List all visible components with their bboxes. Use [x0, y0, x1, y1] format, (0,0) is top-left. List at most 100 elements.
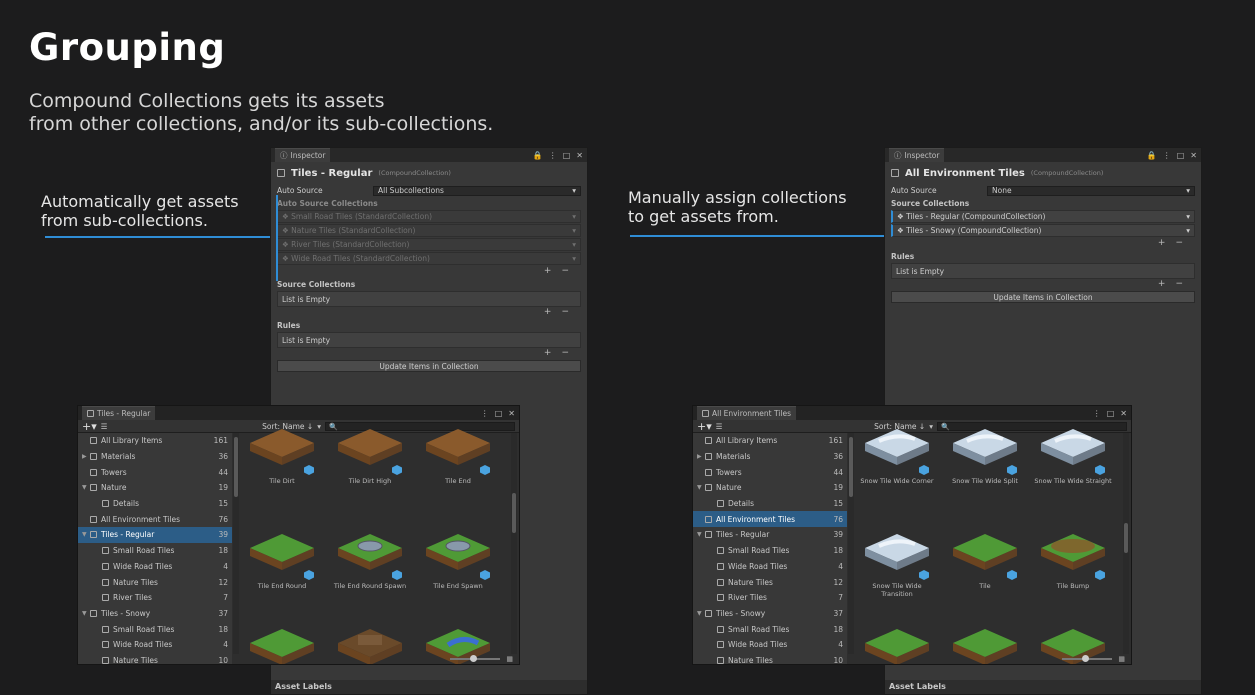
- asset-tile[interactable]: Tile End Spawn: [418, 528, 498, 590]
- remove-icon[interactable]: −: [1175, 279, 1183, 291]
- asset-tile[interactable]: Tile Dirt: [242, 423, 322, 485]
- remove-icon[interactable]: −: [561, 266, 569, 278]
- expand-arrow-icon[interactable]: ▼: [82, 610, 90, 617]
- tree-item[interactable]: All Environment Tiles 76: [78, 511, 232, 527]
- tree-item[interactable]: ▼ Nature 19: [693, 480, 847, 496]
- collection-list-item[interactable]: ❖ Nature Tiles (StandardCollection) ▾: [277, 224, 581, 237]
- remove-icon[interactable]: −: [561, 348, 569, 360]
- add-icon[interactable]: +: [544, 307, 552, 319]
- expand-arrow-icon[interactable]: ▼: [82, 531, 90, 538]
- expand-arrow-icon[interactable]: ▶: [82, 453, 90, 460]
- expand-arrow-icon[interactable]: ▼: [697, 531, 705, 538]
- asset-tile[interactable]: Tile Dirt High: [330, 423, 410, 485]
- list-view-icon[interactable]: ☰: [101, 422, 108, 431]
- asset-tile[interactable]: Snow Tile Wide Corner: [857, 423, 937, 485]
- asset-tile[interactable]: Tile: [945, 528, 1025, 590]
- tree-scrollbar[interactable]: [233, 433, 239, 654]
- asset-tile[interactable]: Tile Bump: [1033, 528, 1113, 590]
- tree-item[interactable]: All Library Items 161: [78, 433, 232, 449]
- tree-item[interactable]: Nature Tiles 10: [78, 653, 232, 664]
- tree-item[interactable]: Nature Tiles 12: [693, 574, 847, 590]
- tree-scrollbar[interactable]: [848, 433, 854, 654]
- add-icon[interactable]: +▾: [697, 420, 712, 433]
- tree-item[interactable]: All Library Items 161: [693, 433, 847, 449]
- tree-item[interactable]: Small Road Tiles 18: [78, 543, 232, 559]
- grid-view-icon[interactable]: ▦: [1118, 655, 1125, 663]
- expand-arrow-icon[interactable]: ▼: [82, 484, 90, 491]
- tree-item[interactable]: Small Road Tiles 18: [693, 621, 847, 637]
- collection-list-item[interactable]: ❖ Tiles - Snowy (CompoundCollection) ▾: [891, 224, 1195, 237]
- tree-item[interactable]: Nature Tiles 10: [693, 653, 847, 664]
- add-icon[interactable]: +: [1158, 279, 1166, 291]
- list-view-icon[interactable]: ☰: [716, 422, 723, 431]
- tree-item[interactable]: Towers 44: [78, 464, 232, 480]
- asset-tile[interactable]: Tile End Round: [242, 528, 322, 590]
- auto-source-dropdown[interactable]: None ▾: [987, 185, 1195, 196]
- tree-item[interactable]: Small Road Tiles 18: [78, 621, 232, 637]
- tree-item[interactable]: Details 15: [78, 496, 232, 512]
- asset-tile[interactable]: Tile End: [418, 423, 498, 485]
- tree-item[interactable]: All Environment Tiles 76: [693, 511, 847, 528]
- tree-item[interactable]: ▼ Tiles - Snowy 37: [78, 606, 232, 622]
- browser-tab[interactable]: Tiles - Regular: [82, 406, 156, 420]
- collection-list-item[interactable]: ❖ Small Road Tiles (StandardCollection) ▾: [277, 210, 581, 223]
- collection-list-item[interactable]: ❖ River Tiles (StandardCollection) ▾: [277, 238, 581, 251]
- tree-item[interactable]: ▶ Materials 36: [78, 449, 232, 465]
- add-icon[interactable]: +: [1158, 238, 1166, 250]
- kebab-menu-icon[interactable]: ⋮: [549, 151, 557, 160]
- expand-arrow-icon[interactable]: ▶: [697, 453, 705, 460]
- close-icon[interactable]: ✕: [1190, 151, 1197, 160]
- expand-arrow-icon[interactable]: ▼: [697, 484, 705, 491]
- kebab-menu-icon[interactable]: ⋮: [1093, 409, 1101, 418]
- close-icon[interactable]: ✕: [1120, 409, 1127, 418]
- maximize-icon[interactable]: □: [563, 151, 571, 160]
- tree-item[interactable]: ▼ Tiles - Snowy 37: [693, 606, 847, 622]
- add-icon[interactable]: +: [544, 348, 552, 360]
- lock-icon[interactable]: 🔒: [1147, 151, 1157, 160]
- inspector-tab[interactable]: ⓘ Inspector: [275, 148, 331, 162]
- close-icon[interactable]: ✕: [576, 151, 583, 160]
- asset-tile[interactable]: Tile End Round Spawn: [330, 528, 410, 590]
- add-icon[interactable]: +▾: [82, 420, 97, 433]
- tree-item[interactable]: Wide Road Tiles 4: [78, 559, 232, 575]
- tree-item[interactable]: ▶ Materials 36: [693, 449, 847, 465]
- asset-tile[interactable]: Snow Tile Wide Split: [945, 423, 1025, 485]
- update-items-button[interactable]: Update Items in Collection: [891, 291, 1195, 303]
- kebab-menu-icon[interactable]: ⋮: [1163, 151, 1171, 160]
- tree-item[interactable]: ▼ Tiles - Regular 39: [78, 527, 232, 543]
- tree-item[interactable]: Nature Tiles 12: [78, 574, 232, 590]
- inspector-tab[interactable]: ⓘ Inspector: [889, 148, 945, 162]
- zoom-slider[interactable]: [450, 655, 501, 662]
- kebab-menu-icon[interactable]: ⋮: [481, 409, 489, 418]
- close-icon[interactable]: ✕: [508, 409, 515, 418]
- maximize-icon[interactable]: □: [495, 409, 503, 418]
- remove-icon[interactable]: −: [1175, 238, 1183, 250]
- grid-view-icon[interactable]: ▦: [506, 655, 513, 663]
- tree-item[interactable]: Small Road Tiles 18: [693, 543, 847, 559]
- asset-tile[interactable]: Snow Tile Wide Transition: [857, 528, 937, 598]
- remove-icon[interactable]: −: [561, 307, 569, 319]
- tree-item[interactable]: Wide Road Tiles 4: [693, 559, 847, 575]
- auto-source-dropdown[interactable]: All Subcollections ▾: [373, 185, 581, 196]
- tree-item[interactable]: ▼ Tiles - Regular 39: [693, 527, 847, 543]
- asset-tile[interactable]: Snow Tile Wide Straight: [1033, 423, 1113, 485]
- browser-tab[interactable]: All Environment Tiles: [697, 406, 796, 420]
- tree-item[interactable]: Wide Road Tiles 4: [693, 637, 847, 653]
- tree-item[interactable]: ▼ Nature 19: [78, 480, 232, 496]
- collection-list-item[interactable]: ❖ Tiles - Regular (CompoundCollection) ▾: [891, 210, 1195, 223]
- tree-item[interactable]: Towers 44: [693, 464, 847, 480]
- tree-item[interactable]: River Tiles 7: [693, 590, 847, 606]
- grid-scrollbar[interactable]: [1123, 433, 1129, 654]
- zoom-slider[interactable]: [1062, 655, 1113, 662]
- tree-item[interactable]: Wide Road Tiles 4: [78, 637, 232, 653]
- maximize-icon[interactable]: □: [1107, 409, 1115, 418]
- lock-icon[interactable]: 🔒: [533, 151, 543, 160]
- tree-item[interactable]: Details 15: [693, 496, 847, 512]
- add-icon[interactable]: +: [544, 266, 552, 278]
- collection-list-item[interactable]: ❖ Wide Road Tiles (StandardCollection) ▾: [277, 252, 581, 265]
- update-items-button[interactable]: Update Items in Collection: [277, 360, 581, 372]
- maximize-icon[interactable]: □: [1177, 151, 1185, 160]
- tree-item[interactable]: River Tiles 7: [78, 590, 232, 606]
- expand-arrow-icon[interactable]: ▼: [697, 610, 705, 617]
- grid-scrollbar[interactable]: [511, 433, 517, 654]
